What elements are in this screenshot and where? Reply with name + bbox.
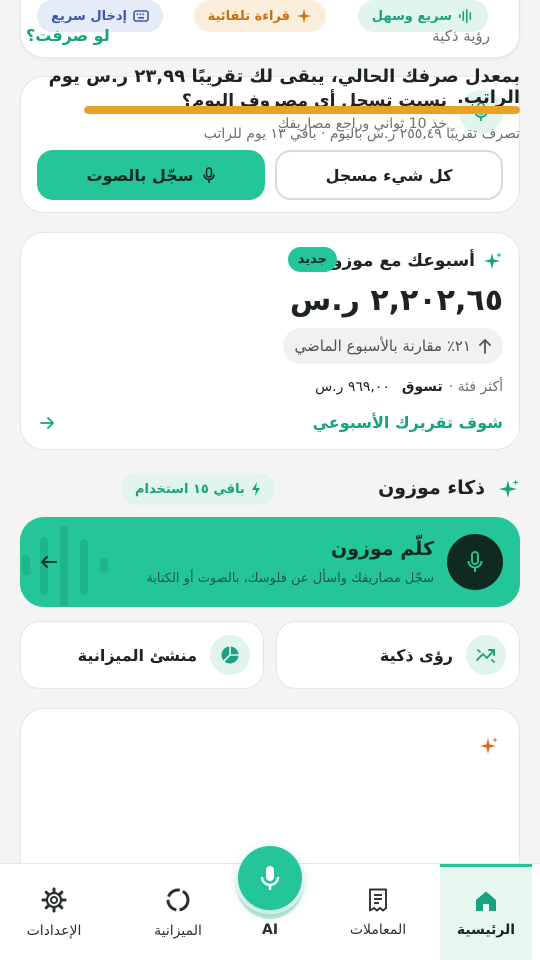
top-category-name: تسوق — [401, 379, 443, 395]
mic-icon — [202, 166, 216, 184]
talk-title: كلّم موزون — [331, 538, 434, 560]
trend-icon-circle — [466, 635, 506, 675]
tab-ai-label: AI — [261, 921, 279, 938]
tab-budget[interactable]: الميزانية — [128, 864, 228, 960]
weekly-report-link[interactable]: شوف تقريرك الأسبوعي — [313, 413, 503, 432]
tab-settings-label: الإعدادات — [26, 922, 82, 939]
quick-chip-label: سريع وسهل — [371, 8, 452, 24]
all-recorded-label: كل شيء مسجل — [325, 165, 453, 185]
tab-home[interactable]: الرئيسية — [440, 864, 532, 960]
sound-wave-icon — [458, 9, 474, 23]
mic-icon — [467, 551, 483, 572]
insight-text: بمعدل صرفك الحالي، يبقى لك تقريبًا ٢٣,٩٩… — [48, 66, 520, 108]
insight-progress-track — [84, 106, 520, 114]
trend-icon — [476, 649, 495, 663]
bolt-icon — [251, 482, 261, 496]
mic-icon — [260, 866, 280, 890]
tab-transactions-label: المعاملات — [349, 921, 407, 938]
pie-icon-circle — [210, 635, 250, 675]
talk-mic-button[interactable] — [447, 534, 503, 590]
comparison-text: ٢١٪ مقارنة بالأسبوع الماضي — [294, 337, 471, 355]
tab-settings[interactable]: الإعدادات — [4, 864, 104, 960]
insight-label: رؤية ذكية — [432, 27, 490, 45]
weekly-card: أسبوعك مع موزون جديد ٢,٢٠٢,٦٥ ر.س ٢١٪ مق… — [20, 232, 520, 450]
sparkle-icon — [479, 736, 499, 756]
insight-progress-fill — [84, 106, 520, 114]
home-icon — [476, 891, 496, 911]
new-badge: جديد — [287, 247, 337, 272]
all-recorded-button[interactable]: كل شيء مسجل — [275, 150, 503, 200]
ai-mic-fab[interactable] — [238, 846, 302, 910]
budget-creator-label: منشئ الميزانية — [77, 646, 197, 665]
what-if-link[interactable]: لو صرفت؟ — [26, 26, 110, 45]
quick-entry-label: إدخال سريع — [51, 8, 127, 24]
budget-creator-card[interactable]: منشئ الميزانية — [20, 621, 264, 689]
pie-chart-icon — [221, 646, 239, 664]
sparkle-icon — [483, 251, 503, 271]
top-category-amount: ٩٦٩,٠٠ ر.س — [315, 379, 390, 395]
remaining-uses-label: باقي ١٥ استخدام — [135, 481, 245, 497]
sparkle-icon — [296, 8, 312, 24]
keyboard-icon — [133, 10, 149, 22]
arrow-left-icon — [40, 554, 58, 570]
ai-section-title: ذكاء موزون — [378, 477, 485, 499]
tab-budget-label: الميزانية — [154, 922, 202, 939]
remaining-uses-chip: باقي ١٥ استخدام — [121, 473, 275, 505]
receipt-icon — [369, 888, 387, 911]
talk-subtitle: سجّل مصاريفك واسأل عن فلوسك، بالصوت أو ا… — [146, 571, 434, 586]
auto-read-label: قراءة تلقائية — [207, 8, 290, 24]
tab-home-label: الرئيسية — [456, 922, 516, 938]
sound-wave-decoration — [22, 525, 108, 607]
arrow-left-icon[interactable] — [39, 415, 55, 431]
insight-footer: تصرف تقريبًا ٢٥٥,٤٩ ر.س باليوم · باقي ١٣… — [203, 126, 520, 142]
talk-card[interactable]: كلّم موزون سجّل مصاريفك واسأل عن فلوسك، … — [20, 517, 520, 607]
top-category-label: أكثر فئة · — [448, 379, 503, 395]
sparkle-icon — [498, 478, 520, 500]
auto-read-chip[interactable]: قراءة تلقائية — [193, 0, 326, 32]
weekly-title: أسبوعك مع موزون — [317, 251, 475, 271]
smart-insights-card[interactable]: رؤى ذكية — [276, 621, 520, 689]
budget-ring-icon — [166, 888, 190, 911]
top-category-row: أكثر فئة · تسوق ٩٦٩,٠٠ ر.س — [315, 379, 503, 395]
record-voice-button[interactable]: سجّل بالصوت — [37, 150, 265, 200]
arrow-up-icon — [479, 338, 491, 354]
record-voice-label: سجّل بالصوت — [86, 165, 194, 185]
weekly-amount: ٢,٢٠٢,٦٥ ر.س — [289, 283, 503, 318]
smart-insights-label: رؤى ذكية — [379, 646, 453, 665]
comparison-pill: ٢١٪ مقارنة بالأسبوع الماضي — [282, 328, 503, 364]
tab-transactions[interactable]: المعاملات — [328, 864, 428, 960]
gear-icon — [41, 887, 67, 912]
